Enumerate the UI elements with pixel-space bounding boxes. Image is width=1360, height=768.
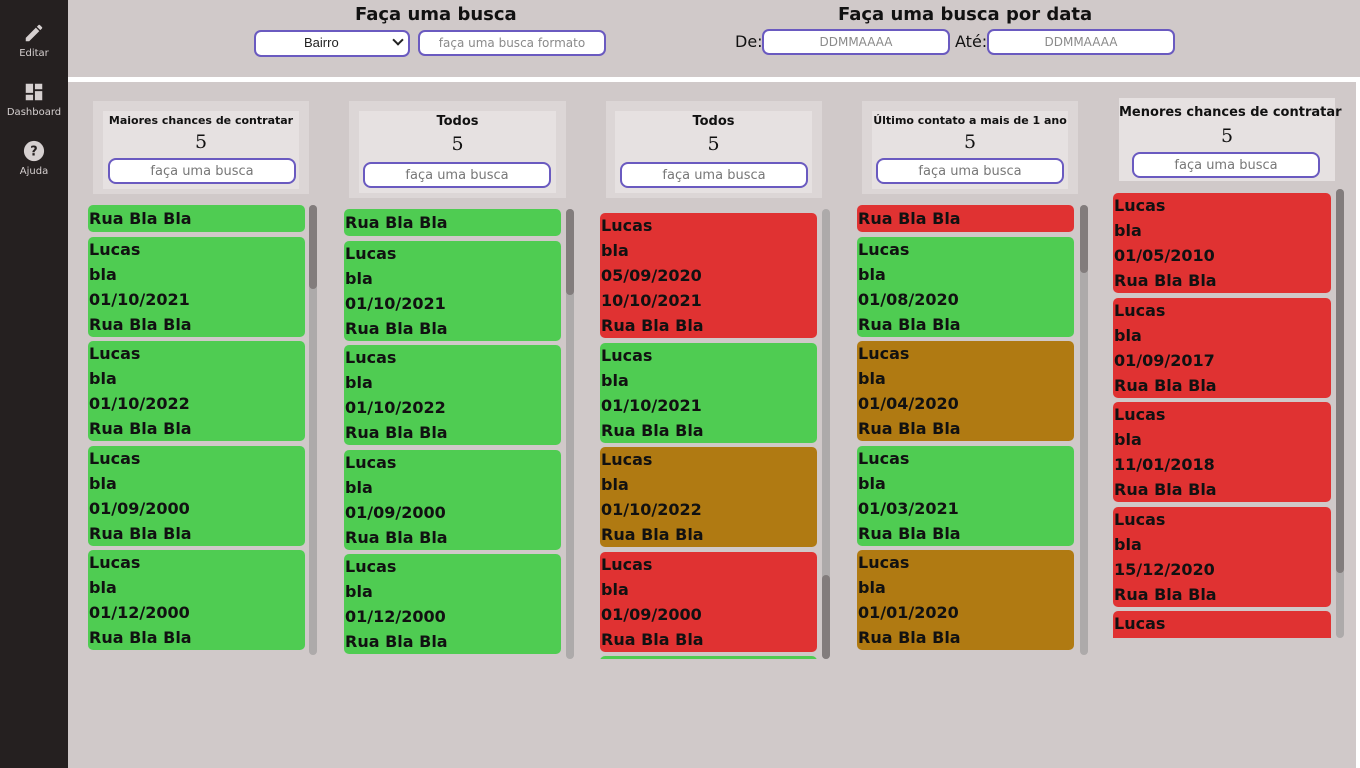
column-count: 5 <box>194 131 208 153</box>
list-item[interactable]: Rua Bla Bla <box>857 205 1074 232</box>
list-item[interactable]: Lucas bla 01/10/2021 Rua Bla Bla <box>600 343 817 443</box>
column-header-menores: Menores chances de contratar 5 <box>1119 98 1342 181</box>
divider <box>68 77 1360 82</box>
scrollbar[interactable] <box>1080 205 1088 655</box>
list-item[interactable]: Lucas bla 01/09/2000 Rua Bla Bla <box>344 450 561 550</box>
list-item[interactable]: Lucas bla 01/09/2000 Rua Bla Bla <box>88 446 305 546</box>
list-item[interactable]: Lucas bla 11/01/2018 Rua Bla Bla <box>1113 402 1331 502</box>
column-title: Último contato a mais de 1 ano <box>873 114 1067 127</box>
list-item[interactable]: Lucas bla 01/08/2020 Rua Bla Bla <box>857 237 1074 337</box>
list-item[interactable]: Lucas bla 01/10/2022 Rua Bla Bla <box>88 341 305 441</box>
column-search-input[interactable] <box>1132 152 1320 178</box>
list-item[interactable]: Lucas bla 01/09/2000 Rua Bla Bla <box>600 552 817 652</box>
list-item[interactable]: Lucas <box>1113 611 1331 638</box>
sidebar-item-label: Ajuda <box>19 166 49 177</box>
pencil-icon <box>25 24 43 42</box>
column-search-input[interactable] <box>108 158 296 184</box>
scrollbar-thumb[interactable] <box>822 575 830 659</box>
list-item[interactable]: Lucas bla 01/03/2021 Rua Bla Bla <box>857 446 1074 546</box>
list-item[interactable]: Lucas bla 01/09/2017 Rua Bla Bla <box>1113 298 1331 398</box>
list-item[interactable]: Lucas bla 15/12/2020 Rua Bla Bla <box>1113 507 1331 607</box>
column-header-todos: Todos 5 <box>349 101 566 198</box>
list-item[interactable]: Lucas bla 01/12/2000 Rua Bla Bla <box>88 550 305 650</box>
list-item[interactable]: Lucas bla 01/10/2021 Rua Bla Bla <box>344 241 561 341</box>
card-list: Rua Bla Bla Lucas bla 01/10/2021 Rua Bla… <box>344 209 562 659</box>
list-item[interactable]: Lucas bla 01/10/2022 Rua Bla Bla <box>600 447 817 547</box>
help-icon: ? <box>23 140 45 162</box>
dashboard-icon <box>25 83 43 101</box>
sidebar-item-ajuda[interactable]: ? Ajuda <box>0 140 68 177</box>
column-search-input[interactable] <box>620 162 808 188</box>
list-item[interactable]: Lucas bla 01/01/2020 Rua Bla Bla <box>857 550 1074 650</box>
scrollbar[interactable] <box>566 209 574 659</box>
column-count: 5 <box>963 131 977 153</box>
column-count: 5 <box>1220 125 1234 147</box>
list-item[interactable]: Lucas bla 01/10/2022 Rua Bla Bla <box>344 345 561 445</box>
date-search-title: Faça uma busca por data <box>838 4 1093 25</box>
list-item[interactable]: Lucas bla 01/04/2020 Rua Bla Bla <box>857 341 1074 441</box>
chevron-down-icon <box>392 34 404 46</box>
column-header-ultimo-contato: Último contato a mais de 1 ano 5 <box>862 101 1078 194</box>
list-item[interactable]: Rua Bla Bla <box>344 209 561 236</box>
sidebar-item-editar[interactable]: Editar <box>0 22 68 59</box>
list-item[interactable]: Lucas bla 05/09/2020 10/10/2021 Rua Bla … <box>600 213 817 338</box>
sidebar-item-dashboard[interactable]: Dashboard <box>0 81 68 118</box>
list-item[interactable]: Lucas bla 01/12/2000 Rua Bla Bla <box>344 554 561 654</box>
column-header-maiores: Maiores chances de contratar 5 <box>93 101 309 194</box>
card-list: Lucas bla 05/09/2020 10/10/2021 Rua Bla … <box>600 213 818 659</box>
search-title: Faça uma busca <box>355 4 517 25</box>
sidebar-item-label: Dashboard <box>6 107 62 118</box>
filter-select[interactable]: Bairro <box>254 30 410 57</box>
scrollbar-thumb[interactable] <box>1336 189 1344 573</box>
filter-select-value: Bairro <box>304 35 339 50</box>
date-from-label: De: <box>735 32 763 51</box>
card-list: Rua Bla Bla Lucas bla 01/08/2020 Rua Bla… <box>857 205 1075 655</box>
list-item[interactable]: Lucas bla 01/05/2010 Rua Bla Bla <box>1113 193 1331 293</box>
column-title: Todos <box>436 114 479 129</box>
list-item[interactable] <box>600 656 817 659</box>
date-to-label: Até: <box>955 32 988 51</box>
svg-text:?: ? <box>30 145 37 160</box>
column-title: Maiores chances de contratar <box>108 114 294 127</box>
divider <box>1356 82 1360 768</box>
scrollbar[interactable] <box>309 205 317 655</box>
column-count: 5 <box>707 133 720 155</box>
scrollbar[interactable] <box>822 209 830 659</box>
scrollbar-thumb[interactable] <box>566 209 574 295</box>
column-count: 5 <box>451 133 464 155</box>
column-title: Menores chances de contratar <box>1119 105 1342 120</box>
sidebar: Editar Dashboard ? Ajuda <box>0 0 68 768</box>
column-search-input[interactable] <box>363 162 551 188</box>
scrollbar-thumb[interactable] <box>309 205 317 289</box>
column-header-todos-2: Todos 5 <box>606 101 822 198</box>
sidebar-item-label: Editar <box>19 48 49 59</box>
date-from-input[interactable] <box>762 29 950 55</box>
list-item[interactable]: Lucas bla 01/10/2021 Rua Bla Bla <box>88 237 305 337</box>
list-item[interactable]: Rua Bla Bla <box>88 205 305 232</box>
scrollbar[interactable] <box>1336 189 1344 638</box>
date-to-input[interactable] <box>987 29 1175 55</box>
column-search-input[interactable] <box>876 158 1064 184</box>
card-list: Lucas bla 01/05/2010 Rua Bla Bla Lucas b… <box>1113 193 1332 638</box>
card-list: Rua Bla Bla Lucas bla 01/10/2021 Rua Bla… <box>88 205 306 655</box>
column-title: Todos <box>692 114 735 129</box>
scrollbar-thumb[interactable] <box>1080 205 1088 273</box>
search-input[interactable] <box>418 30 606 56</box>
